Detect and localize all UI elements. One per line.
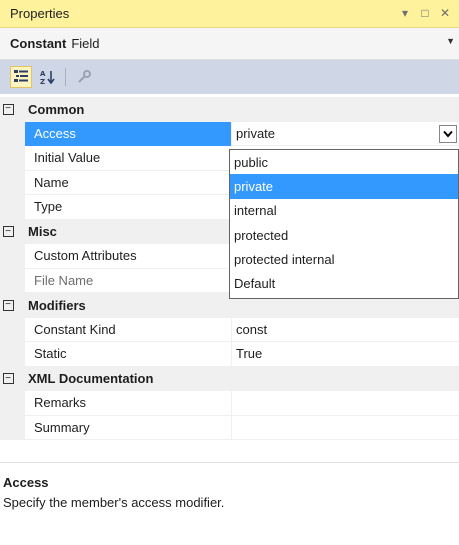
window-title-bar: Properties ▾ □ ✕ <box>0 0 459 28</box>
categorized-icon[interactable] <box>10 66 32 88</box>
description-title: Access <box>3 475 49 490</box>
property-name: Constant Kind <box>25 318 231 342</box>
description-text: Specify the member's access modifier. <box>3 495 225 510</box>
category-xml-documentation[interactable]: − XML Documentation <box>0 366 459 392</box>
dropdown-option-public[interactable]: public <box>230 150 458 174</box>
property-value[interactable] <box>231 391 459 416</box>
chevron-down-icon <box>443 130 453 138</box>
access-dropdown-button[interactable] <box>439 124 457 143</box>
property-row-access[interactable]: Access private <box>0 121 459 146</box>
property-name: Name <box>25 171 231 195</box>
maximize-icon[interactable]: □ <box>419 6 431 20</box>
collapse-icon[interactable]: − <box>0 367 16 392</box>
object-name: Constant <box>10 36 67 51</box>
dropdown-option-protected[interactable]: protected <box>230 223 458 247</box>
access-value-text: private <box>236 125 276 141</box>
property-name: Type <box>25 195 231 220</box>
property-name: Static <box>25 342 231 367</box>
property-name: Custom Attributes <box>25 244 231 269</box>
properties-toolbar: A Z <box>0 60 459 94</box>
property-value-access[interactable]: private <box>231 121 459 146</box>
category-label: Modifiers <box>28 297 86 313</box>
property-name: Remarks <box>25 391 231 416</box>
property-row-remarks[interactable]: Remarks <box>0 391 459 416</box>
object-selector-dropdown-icon[interactable]: ▼ <box>446 36 455 46</box>
window-title: Properties <box>10 6 70 21</box>
alphabetical-icon[interactable]: A Z <box>36 66 58 88</box>
property-name: File Name <box>25 269 231 293</box>
dropdown-option-protected-internal[interactable]: protected internal <box>230 247 458 271</box>
property-name: Access <box>25 121 231 146</box>
collapse-icon[interactable]: − <box>0 220 16 245</box>
property-value[interactable]: const <box>231 317 459 342</box>
property-row-static[interactable]: Static True <box>0 342 459 367</box>
window-position-icon[interactable]: ▾ <box>399 6 411 20</box>
property-row-constant-kind[interactable]: Constant Kind const <box>0 317 459 342</box>
property-name: Initial Value <box>25 146 231 171</box>
property-name: Summary <box>25 416 231 440</box>
property-pages-icon[interactable] <box>73 66 95 88</box>
dropdown-option-private[interactable]: private <box>230 174 458 199</box>
collapse-icon[interactable]: − <box>0 97 16 122</box>
dropdown-option-internal[interactable]: internal <box>230 199 458 223</box>
collapse-icon[interactable]: − <box>0 293 16 318</box>
category-label: Misc <box>28 224 57 240</box>
property-value[interactable] <box>231 415 459 440</box>
object-type: Field <box>71 36 100 51</box>
category-label: XML Documentation <box>28 371 154 387</box>
category-label: Common <box>28 101 85 117</box>
close-icon[interactable]: ✕ <box>439 6 451 20</box>
property-value[interactable]: True <box>231 342 459 367</box>
description-pane: Access Specify the member's access modif… <box>0 462 459 545</box>
svg-text:A: A <box>40 70 46 78</box>
dropdown-option-default[interactable]: Default <box>230 271 458 295</box>
window-buttons: ▾ □ ✕ <box>399 6 451 20</box>
category-common[interactable]: − Common <box>0 97 459 122</box>
toolbar-separator <box>65 68 66 86</box>
property-row-summary[interactable]: Summary <box>0 415 459 440</box>
access-dropdown-list: public private internal protected protec… <box>229 149 459 299</box>
svg-text:Z: Z <box>40 78 45 85</box>
object-selector[interactable]: Constant Field ▼ <box>0 28 459 60</box>
